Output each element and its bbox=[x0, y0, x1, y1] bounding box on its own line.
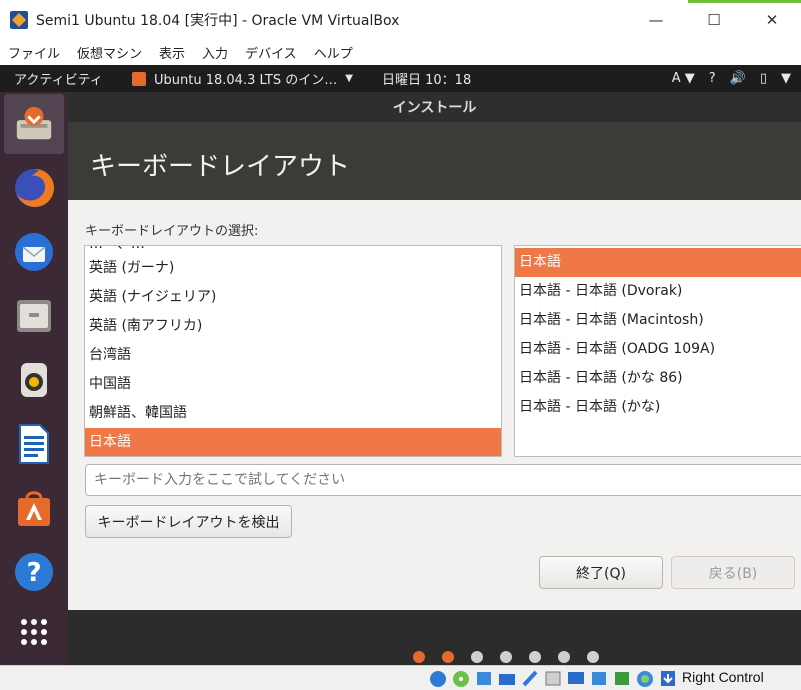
progress-dot bbox=[442, 651, 454, 663]
dock-files[interactable] bbox=[4, 286, 64, 346]
usb-icon[interactable] bbox=[474, 669, 494, 688]
activities-button[interactable]: アクティビティ bbox=[14, 69, 132, 88]
ubuntu-software-icon bbox=[18, 491, 50, 526]
host-menubar: ファイル 仮想マシン 表示 入力 デバイス ヘルプ bbox=[0, 40, 801, 65]
ubuntu-dock: ? bbox=[0, 92, 68, 665]
keyboard-capture-icon[interactable] bbox=[658, 669, 678, 688]
status-icons bbox=[428, 669, 678, 688]
optical-drive-icon[interactable] bbox=[451, 669, 471, 688]
progress-dot bbox=[587, 651, 599, 663]
window-title: Semi1 Ubuntu 18.04 [実行中] - Oracle VM Vir… bbox=[36, 13, 400, 29]
page-title: キーボードレイアウト bbox=[90, 152, 351, 182]
libreoffice-writer-icon bbox=[19, 424, 49, 464]
list-item[interactable]: 英語 (ガーナ) bbox=[85, 254, 501, 283]
ubuntu-top-bar: アクティビティ Ubuntu 18.04.3 LTS のイン… ▼ 日曜日 10… bbox=[0, 65, 801, 92]
progress-dots bbox=[413, 651, 599, 663]
shared-folder-icon[interactable] bbox=[497, 669, 517, 688]
list-item[interactable]: 英語 (南アフリカ) bbox=[85, 312, 501, 341]
keyboard-test-input[interactable] bbox=[85, 464, 801, 496]
firefox-icon bbox=[15, 168, 55, 207]
svg-text:?: ? bbox=[26, 558, 41, 588]
files-icon bbox=[17, 300, 51, 332]
dock-show-applications[interactable] bbox=[4, 602, 64, 662]
minimize-button[interactable]: — bbox=[627, 0, 685, 40]
installer-app-icon bbox=[132, 71, 146, 86]
thunderbird-icon bbox=[15, 233, 53, 271]
virtualbox-icon bbox=[10, 11, 28, 29]
installer-icon bbox=[16, 106, 52, 140]
list-item-selected[interactable]: 日本語 bbox=[85, 428, 501, 456]
dock-writer[interactable] bbox=[4, 414, 64, 474]
host-status-bar: Right Control bbox=[0, 665, 801, 690]
list-item[interactable]: 日本語 - 日本語 (Macintosh) bbox=[515, 306, 801, 335]
host-title-bar: Semi1 Ubuntu 18.04 [実行中] - Oracle VM Vir… bbox=[0, 0, 801, 40]
clock[interactable]: 日曜日 10：18 bbox=[382, 69, 582, 88]
progress-dot bbox=[500, 651, 512, 663]
installer-header: キーボードレイアウト bbox=[68, 122, 801, 200]
volume-icon[interactable]: 🔊 bbox=[730, 71, 746, 86]
app-grid-icon bbox=[21, 619, 47, 645]
display-icon[interactable] bbox=[566, 669, 586, 688]
menu-input[interactable]: 入力 bbox=[202, 43, 228, 62]
installer-title-bar: インストール bbox=[68, 92, 801, 122]
progress-dot bbox=[529, 651, 541, 663]
system-tray: A ▼ ? 🔊 ▯ ▼ bbox=[672, 65, 791, 92]
list-item[interactable]: 日本語 - 日本語 (Dvorak) bbox=[515, 277, 801, 306]
installer-body: キーボードレイアウトの選択: …ー、… 英語 (ガーナ) 英語 (ナイジェリア)… bbox=[68, 200, 801, 610]
maximize-button[interactable]: ☐ bbox=[685, 0, 743, 40]
menu-help[interactable]: ヘルプ bbox=[314, 43, 353, 62]
list-item[interactable]: 日本語 - 日本語 (OADG 109A) bbox=[515, 335, 801, 364]
dock-thunderbird[interactable] bbox=[4, 222, 64, 282]
network-icon[interactable] bbox=[543, 669, 563, 688]
dock-help[interactable]: ? bbox=[4, 542, 64, 602]
quit-button[interactable]: 終了(Q) bbox=[539, 556, 663, 589]
dock-installer[interactable] bbox=[4, 94, 64, 154]
list-item[interactable]: 中国語 bbox=[85, 370, 501, 399]
back-button[interactable]: 戻る(B) bbox=[671, 556, 795, 589]
variant-list[interactable]: 日本語 日本語 - 日本語 (Dvorak) 日本語 - 日本語 (Macint… bbox=[514, 245, 801, 457]
menu-machine[interactable]: 仮想マシン bbox=[77, 43, 142, 62]
window-controls: — ☐ ✕ bbox=[627, 0, 801, 40]
progress-dot bbox=[413, 651, 425, 663]
rhythmbox-icon bbox=[21, 363, 47, 397]
progress-dot bbox=[558, 651, 570, 663]
list-item[interactable]: 台湾語 bbox=[85, 341, 501, 370]
list-item-selected[interactable]: 日本語 bbox=[515, 248, 801, 277]
list-item[interactable]: 英語 (ナイジェリア) bbox=[85, 283, 501, 312]
menu-file[interactable]: ファイル bbox=[8, 43, 60, 62]
title-bar-accent bbox=[688, 0, 801, 3]
dock-firefox[interactable] bbox=[4, 158, 64, 218]
app-menu-label: Ubuntu 18.04.3 LTS のイン… bbox=[154, 73, 338, 88]
keyboard-layout-label: キーボードレイアウトの選択: bbox=[85, 224, 259, 239]
mouse-integration-icon[interactable] bbox=[635, 669, 655, 688]
audio-icon[interactable] bbox=[428, 669, 448, 688]
list-item[interactable]: 日本語 - 日本語 (かな) bbox=[515, 393, 801, 422]
close-button[interactable]: ✕ bbox=[743, 0, 801, 40]
list-item-partial[interactable]: …ー、… bbox=[85, 246, 501, 254]
installer-footer bbox=[68, 610, 801, 665]
system-menu-arrow-icon[interactable]: ▼ bbox=[781, 71, 791, 86]
clipboard-icon[interactable] bbox=[520, 669, 540, 688]
menu-view[interactable]: 表示 bbox=[159, 43, 185, 62]
detect-layout-button[interactable]: キーボードレイアウトを検出 bbox=[85, 505, 292, 538]
dock-software[interactable] bbox=[4, 478, 64, 538]
list-item[interactable]: 日本語 - 日本語 (かな 86) bbox=[515, 364, 801, 393]
dock-rhythmbox[interactable] bbox=[4, 350, 64, 410]
help-icon: ? bbox=[15, 553, 53, 591]
list-item[interactable]: 朝鮮語、韓国語 bbox=[85, 399, 501, 428]
app-menu[interactable]: Ubuntu 18.04.3 LTS のイン… ▼ bbox=[132, 69, 382, 88]
video-capture-icon[interactable] bbox=[589, 669, 609, 688]
battery-icon[interactable]: ▯ bbox=[760, 71, 767, 86]
layout-list[interactable]: …ー、… 英語 (ガーナ) 英語 (ナイジェリア) 英語 (南アフリカ) 台湾語… bbox=[84, 245, 502, 457]
cpu-icon[interactable] bbox=[612, 669, 632, 688]
host-key-label: Right Control bbox=[682, 669, 764, 685]
accessibility-icon[interactable]: ? bbox=[709, 71, 716, 86]
progress-dot bbox=[471, 651, 483, 663]
menu-devices[interactable]: デバイス bbox=[245, 43, 297, 62]
chevron-down-icon: ▼ bbox=[345, 73, 353, 84]
input-method-indicator[interactable]: A ▼ bbox=[672, 71, 695, 86]
